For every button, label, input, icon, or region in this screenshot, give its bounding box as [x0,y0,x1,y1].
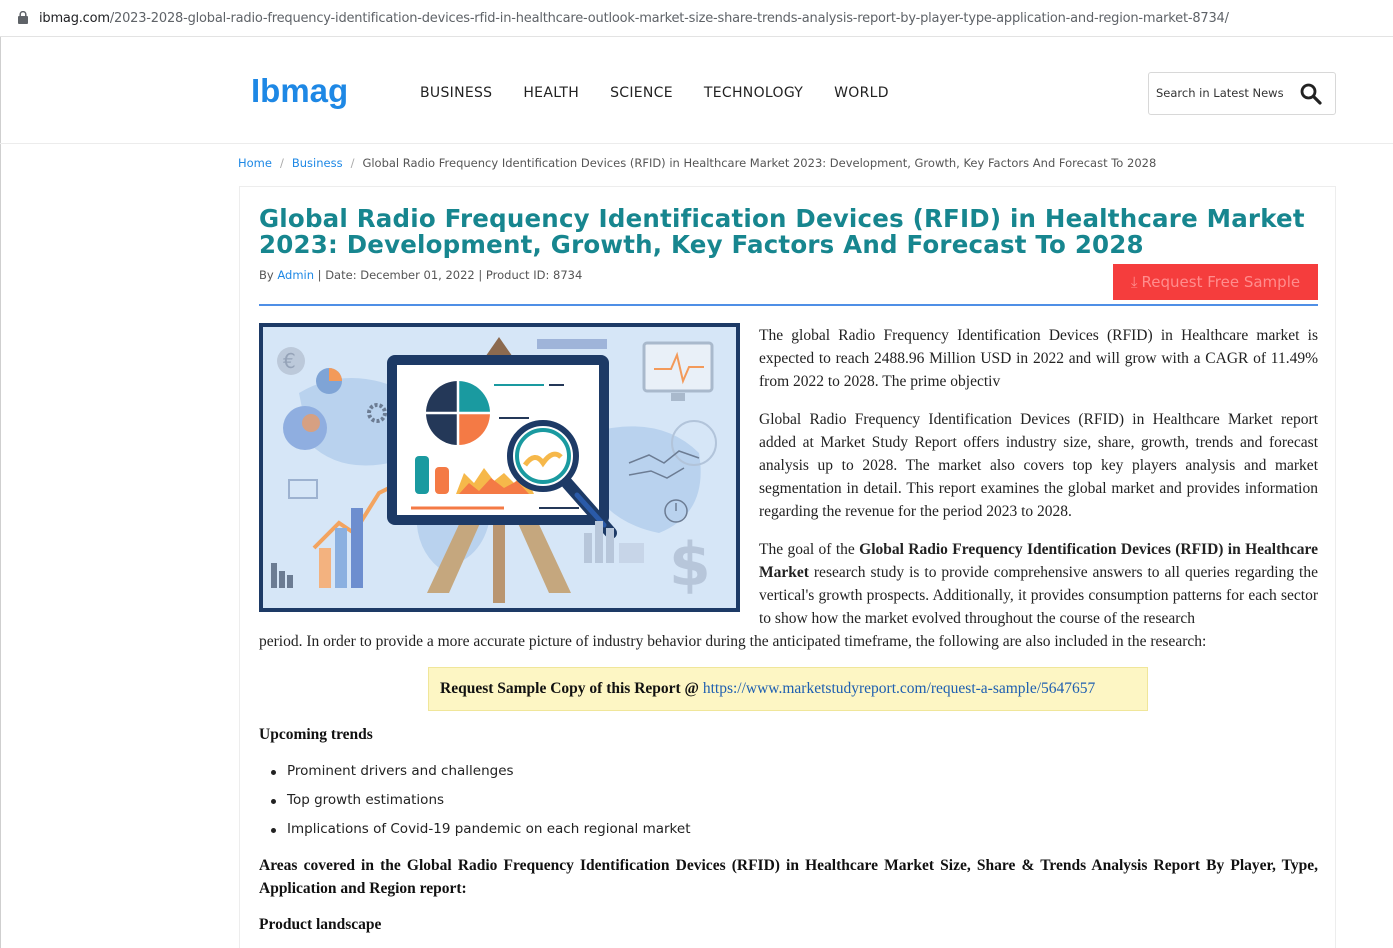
nav-science[interactable]: SCIENCE [610,85,673,101]
study-goal-continuation: period. In order to provide a more accur… [259,633,1207,650]
author-link[interactable]: Admin [277,268,314,282]
list-item: Prominent drivers and challenges [270,763,690,792]
by-label: By [259,268,274,282]
site-logo[interactable]: Ibmag [251,72,348,110]
search-icon[interactable] [1299,82,1323,106]
article-meta: By Admin | Date: December 01, 2022 | Pro… [259,268,582,282]
study-goal-paragraph: The goal of the Global Radio Frequency I… [759,538,1318,630]
areas-covered-heading: Areas covered in the Global Radio Freque… [259,857,1318,897]
breadcrumb-separator: / [279,156,284,170]
download-icon: ⤓ [1130,273,1138,291]
search-input[interactable] [1156,86,1296,100]
title-divider [259,304,1318,306]
page-edge-divider [0,37,1,948]
goal-text-pre: The goal of the [759,541,860,558]
product-landscape-heading: Product landscape [259,916,382,933]
meta-date-product: | Date: December 01, 2022 | Product ID: … [317,268,583,282]
nav-technology[interactable]: TECHNOLOGY [704,85,803,101]
nav-business[interactable]: BUSINESS [420,85,492,101]
sample-request-label: Request Sample Copy of this Report @ [440,680,699,697]
breadcrumb-business[interactable]: Business [292,156,343,170]
intro-paragraph: The global Radio Frequency Identificatio… [759,327,1318,390]
lock-icon [18,11,28,24]
breadcrumb-current: Global Radio Frequency Identification De… [362,156,1157,170]
list-item: Implications of Covid-19 pandemic on eac… [270,821,690,850]
browser-url-bar[interactable]: ibmag.com/2023-2028-global-radio-frequen… [0,0,1393,37]
breadcrumb: Home / Business / Global Radio Frequency Ide… [238,156,1156,170]
sample-request-link[interactable]: https://www.marketstudyreport.com/reques… [703,680,1095,697]
nav-world[interactable]: WORLD [834,85,889,101]
breadcrumb-separator: / [350,156,355,170]
request-free-sample-button[interactable]: ⤓ Request Free Sample [1113,264,1318,300]
trends-list: Prominent drivers and challenges Top gro… [270,763,690,850]
nav-health[interactable]: HEALTH [523,85,579,101]
market-analysis-illustration: € $ [259,323,740,612]
url-domain: ibmag.com [39,11,110,26]
svg-text:$: $ [669,530,711,600]
sample-request-box: Request Sample Copy of this Report @ htt… [428,667,1148,711]
request-button-label: Request Free Sample [1141,273,1301,291]
search-box [1148,72,1336,115]
trends-heading: Upcoming trends [259,726,373,743]
list-item: Top growth estimations [270,792,690,821]
report-summary-paragraph: Global Radio Frequency Identification De… [759,411,1318,520]
goal-text-post: research study is to provide comprehensi… [759,564,1318,627]
main-nav: BUSINESS HEALTH SCIENCE TECHNOLOGY WORLD [420,85,920,101]
url-path: /2023-2028-global-radio-frequency-identi… [109,11,1229,26]
url-text[interactable]: ibmag.com/2023-2028-global-radio-frequen… [39,11,1229,26]
breadcrumb-home[interactable]: Home [238,156,272,170]
article-card: Global Radio Frequency Identification De… [239,186,1336,948]
svg-text:€: € [283,349,296,373]
article-title: Global Radio Frequency Identification De… [259,204,1305,259]
site-header: Ibmag BUSINESS HEALTH SCIENCE TECHNOLOGY… [0,38,1393,144]
